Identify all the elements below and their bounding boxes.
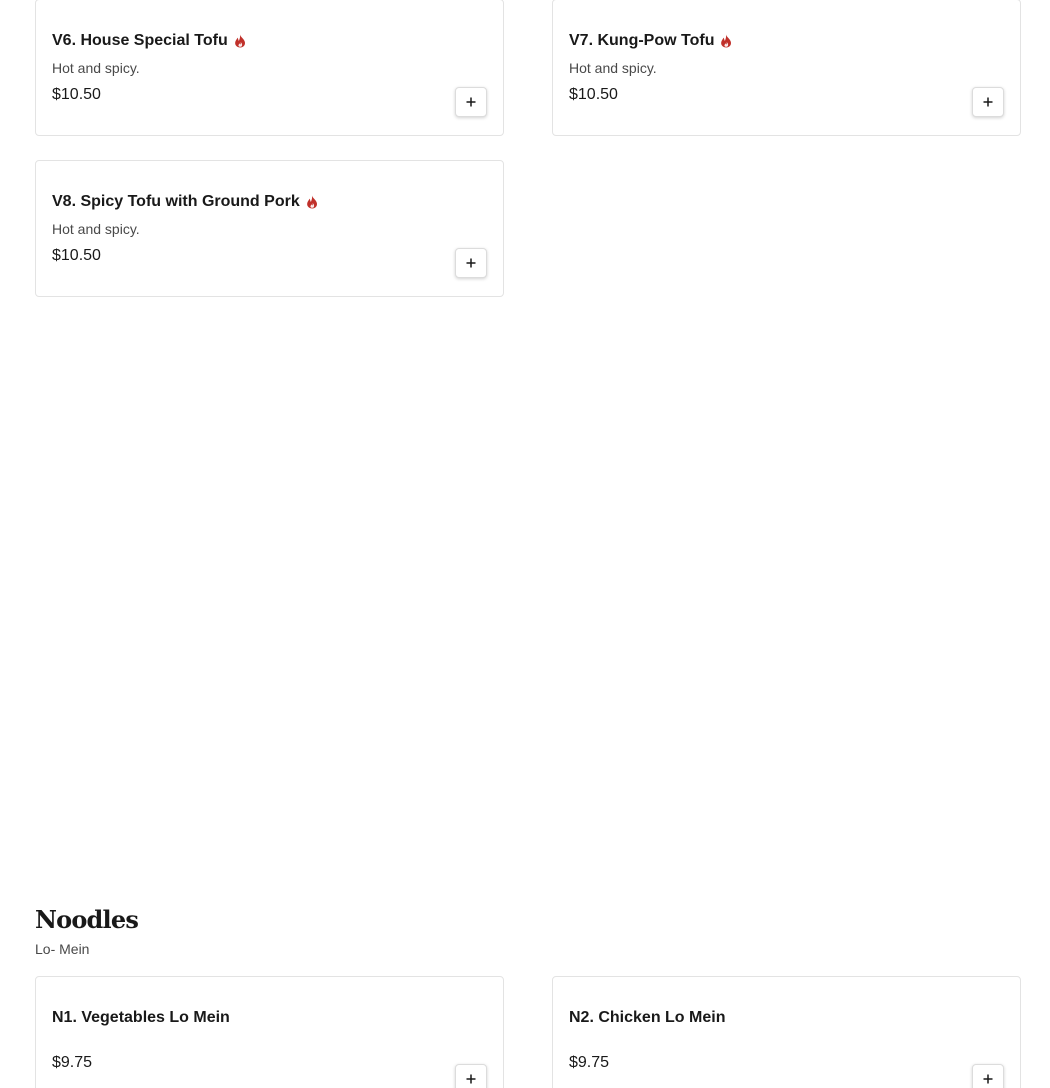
section-subtitle: Lo- Mein bbox=[35, 941, 90, 957]
add-to-cart-button[interactable] bbox=[455, 87, 487, 117]
menu-item-description: Hot and spicy. bbox=[52, 221, 140, 237]
plus-icon bbox=[983, 97, 993, 107]
menu-item-price: $9.75 bbox=[569, 1054, 610, 1071]
menu-item-name: V7. Kung-Pow Tofu bbox=[569, 31, 732, 51]
menu-item-card[interactable]: V8. Spicy Tofu with Ground Pork Hot and … bbox=[35, 160, 504, 297]
menu-item-title: V7. Kung-Pow Tofu bbox=[569, 32, 715, 49]
menu-item-name: V8. Spicy Tofu with Ground Pork bbox=[52, 192, 318, 212]
plus-icon bbox=[466, 97, 476, 107]
menu-item-card[interactable]: V7. Kung-Pow Tofu Hot and spicy. $10.50 bbox=[552, 0, 1021, 136]
spicy-flame-icon bbox=[234, 34, 245, 48]
menu-item-description: Hot and spicy. bbox=[569, 60, 657, 76]
menu-item-name: V6. House Special Tofu bbox=[52, 31, 246, 51]
menu-item-card[interactable]: V6. House Special Tofu Hot and spicy. $1… bbox=[35, 0, 504, 136]
menu-item-title: V6. House Special Tofu bbox=[52, 32, 228, 49]
menu-item-title: N2. Chicken Lo Mein bbox=[569, 1009, 726, 1026]
add-to-cart-button[interactable] bbox=[455, 248, 487, 278]
menu-item-price: $10.50 bbox=[569, 86, 618, 103]
section-title-noodles: Noodles bbox=[35, 905, 139, 934]
menu-item-name: N1. Vegetables Lo Mein bbox=[52, 1008, 230, 1028]
add-to-cart-button[interactable] bbox=[455, 1064, 487, 1088]
spicy-flame-icon bbox=[721, 34, 732, 48]
menu-page: V6. House Special Tofu Hot and spicy. $1… bbox=[0, 0, 1050, 1088]
menu-item-card[interactable]: N1. Vegetables Lo Mein $9.75 bbox=[35, 976, 504, 1088]
add-to-cart-button[interactable] bbox=[972, 1064, 1004, 1088]
menu-item-price: $10.50 bbox=[52, 247, 101, 264]
plus-icon bbox=[466, 1074, 476, 1084]
menu-item-card[interactable]: N2. Chicken Lo Mein $9.75 bbox=[552, 976, 1021, 1088]
spicy-flame-icon bbox=[306, 195, 317, 209]
plus-icon bbox=[983, 1074, 993, 1084]
menu-item-name: N2. Chicken Lo Mein bbox=[569, 1008, 725, 1028]
plus-icon bbox=[466, 258, 476, 268]
add-to-cart-button[interactable] bbox=[972, 87, 1004, 117]
menu-item-title: N1. Vegetables Lo Mein bbox=[52, 1009, 230, 1026]
menu-item-price: $10.50 bbox=[52, 86, 101, 103]
menu-item-price: $9.75 bbox=[52, 1054, 93, 1071]
menu-item-title: V8. Spicy Tofu with Ground Pork bbox=[52, 193, 300, 210]
menu-item-description: Hot and spicy. bbox=[52, 60, 140, 76]
